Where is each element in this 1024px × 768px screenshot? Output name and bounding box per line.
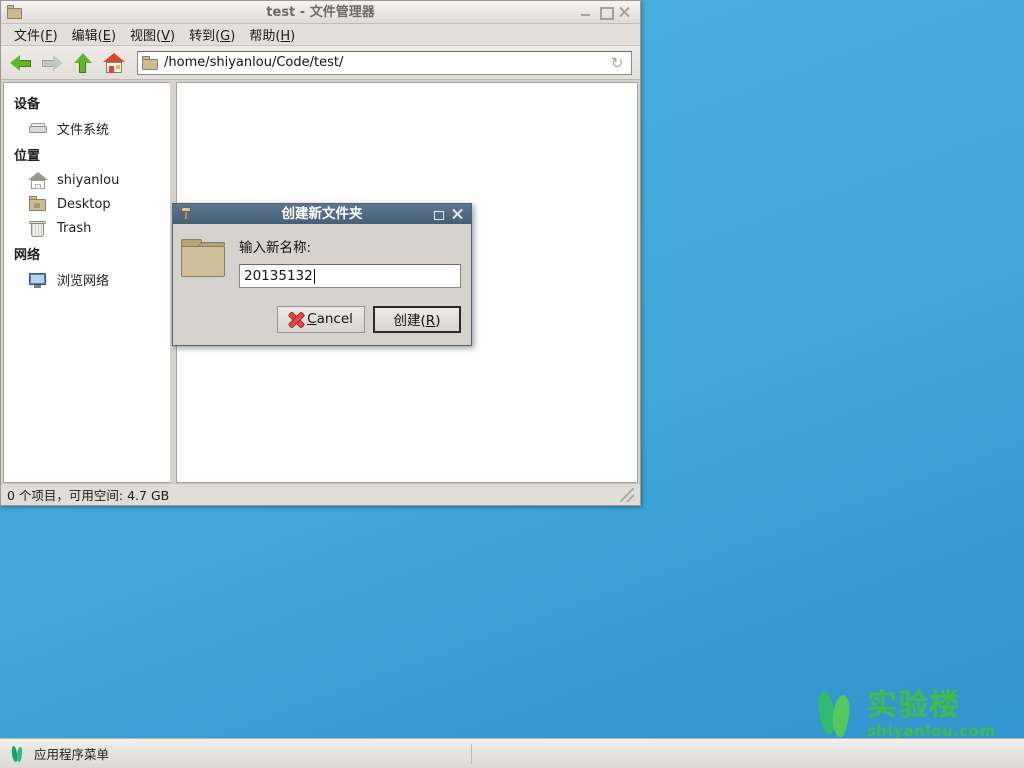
status-text: 0 个项目，可用空间: 4.7 GB (7, 488, 170, 503)
new-name-input[interactable]: 20135132 (239, 264, 461, 288)
menubar: 文件(F) 编辑(E) 视图(V) 转到(G) 帮助(H) (1, 24, 640, 46)
home-button[interactable] (100, 49, 128, 77)
sidebar-header-devices: 设备 (14, 97, 41, 112)
shiyanlou-watermark: 实验楼 shiyanlou.com (815, 685, 1010, 745)
window-title: test - 文件管理器 (266, 5, 375, 20)
up-button[interactable] (69, 49, 97, 77)
sidebar-item-shiyanlou[interactable]: shiyanlou (4, 168, 170, 192)
back-arrow-icon (10, 54, 32, 72)
dialog-body: 输入新名称: 20135132 (173, 224, 471, 299)
sidebar-item-label: 文件系统 (57, 123, 110, 138)
sidebar-item-browse-network[interactable]: 浏览网络 (4, 267, 170, 292)
sidebar-item-label: 浏览网络 (57, 274, 110, 289)
statusbar: 0 个项目，可用空间: 4.7 GB (1, 483, 640, 505)
sidebar-header-network: 网络 (14, 248, 41, 263)
home-icon (28, 171, 48, 189)
new-name-label: 输入新名称: (239, 240, 312, 256)
shiyanlou-leaf-icon (815, 689, 861, 741)
desktop-background: 实验楼 shiyanlou.com test - 文件管理器 文件(F) 编辑(… (0, 0, 1024, 768)
dialog-actions: Cancel 创建(R) (173, 299, 471, 345)
sidebar-item-label: shiyanlou (57, 172, 120, 188)
menu-item-view[interactable]: 视图(V) (123, 23, 182, 46)
path-text: /home/shiyanlou/Code/test/ (164, 55, 344, 70)
new-name-input-value: 20135132 (244, 268, 313, 284)
folder-icon (28, 195, 48, 213)
application-menu-label: 应用程序菜单 (34, 747, 110, 762)
watermark-en-text: shiyanlou.com (867, 722, 996, 740)
dialog-title: 创建新文件夹 (281, 206, 363, 222)
taskbar: 应用程序菜单 (0, 738, 1024, 768)
menu-item-file[interactable]: 文件(F) (7, 23, 65, 46)
minimize-button[interactable] (580, 6, 592, 18)
resize-grip[interactable] (620, 487, 634, 502)
text-caret (313, 268, 315, 284)
menu-item-edit[interactable]: 编辑(E) (65, 23, 123, 46)
forward-arrow-icon (41, 54, 63, 72)
sidebar-header-places: 位置 (14, 149, 41, 164)
toolbar: /home/shiyanlou/Code/test/ ↻ (1, 46, 640, 80)
sidebar-item-label: Trash (57, 220, 92, 236)
up-arrow-icon (74, 52, 92, 73)
dialog-titlebar[interactable]: 创建新文件夹 (173, 204, 471, 224)
maximize-button[interactable] (599, 6, 614, 20)
reload-icon[interactable]: ↻ (609, 55, 625, 71)
sidebar-item-filesystem[interactable]: 文件系统 (4, 116, 170, 141)
network-icon (28, 271, 48, 289)
file-manager-titlebar[interactable]: test - 文件管理器 (1, 1, 640, 24)
sidebar-item-label: Desktop (57, 196, 111, 212)
menu-item-go[interactable]: 转到(G) (182, 23, 242, 46)
folder-icon (142, 55, 159, 70)
drive-icon (28, 120, 48, 138)
path-entry[interactable]: /home/shiyanlou/Code/test/ ↻ (137, 50, 632, 75)
menu-item-help[interactable]: 帮助(H) (242, 23, 302, 46)
forward-button[interactable] (38, 49, 66, 77)
dialog-close-button[interactable] (452, 209, 463, 220)
close-button[interactable] (618, 6, 630, 18)
create-folder-dialog[interactable]: 创建新文件夹 输入新名称: 20135132 Cancel 创建(R) (172, 203, 472, 346)
folder-icon-large (181, 238, 227, 278)
dialog-maximize-button[interactable] (433, 209, 444, 220)
new-folder-key-icon (178, 206, 194, 222)
trash-icon (28, 219, 48, 237)
folder-icon (7, 5, 23, 19)
sidebar: 设备 文件系统 位置 shiyanlou Desktop Trash 网络 浏览… (3, 82, 170, 483)
red-x-icon (289, 312, 304, 327)
shiyanlou-leaf-icon (8, 745, 26, 763)
create-button[interactable]: 创建(R) (373, 305, 461, 333)
dialog-icon-area (181, 234, 233, 299)
sidebar-item-desktop[interactable]: Desktop (4, 192, 170, 216)
back-button[interactable] (7, 49, 35, 77)
taskbar-separator (471, 743, 473, 764)
watermark-cn-text: 实验楼 (867, 688, 960, 723)
sidebar-item-trash[interactable]: Trash (4, 216, 170, 240)
application-menu-button[interactable]: 应用程序菜单 (0, 740, 119, 768)
cancel-button[interactable]: Cancel (277, 305, 365, 333)
home-icon (103, 52, 125, 73)
